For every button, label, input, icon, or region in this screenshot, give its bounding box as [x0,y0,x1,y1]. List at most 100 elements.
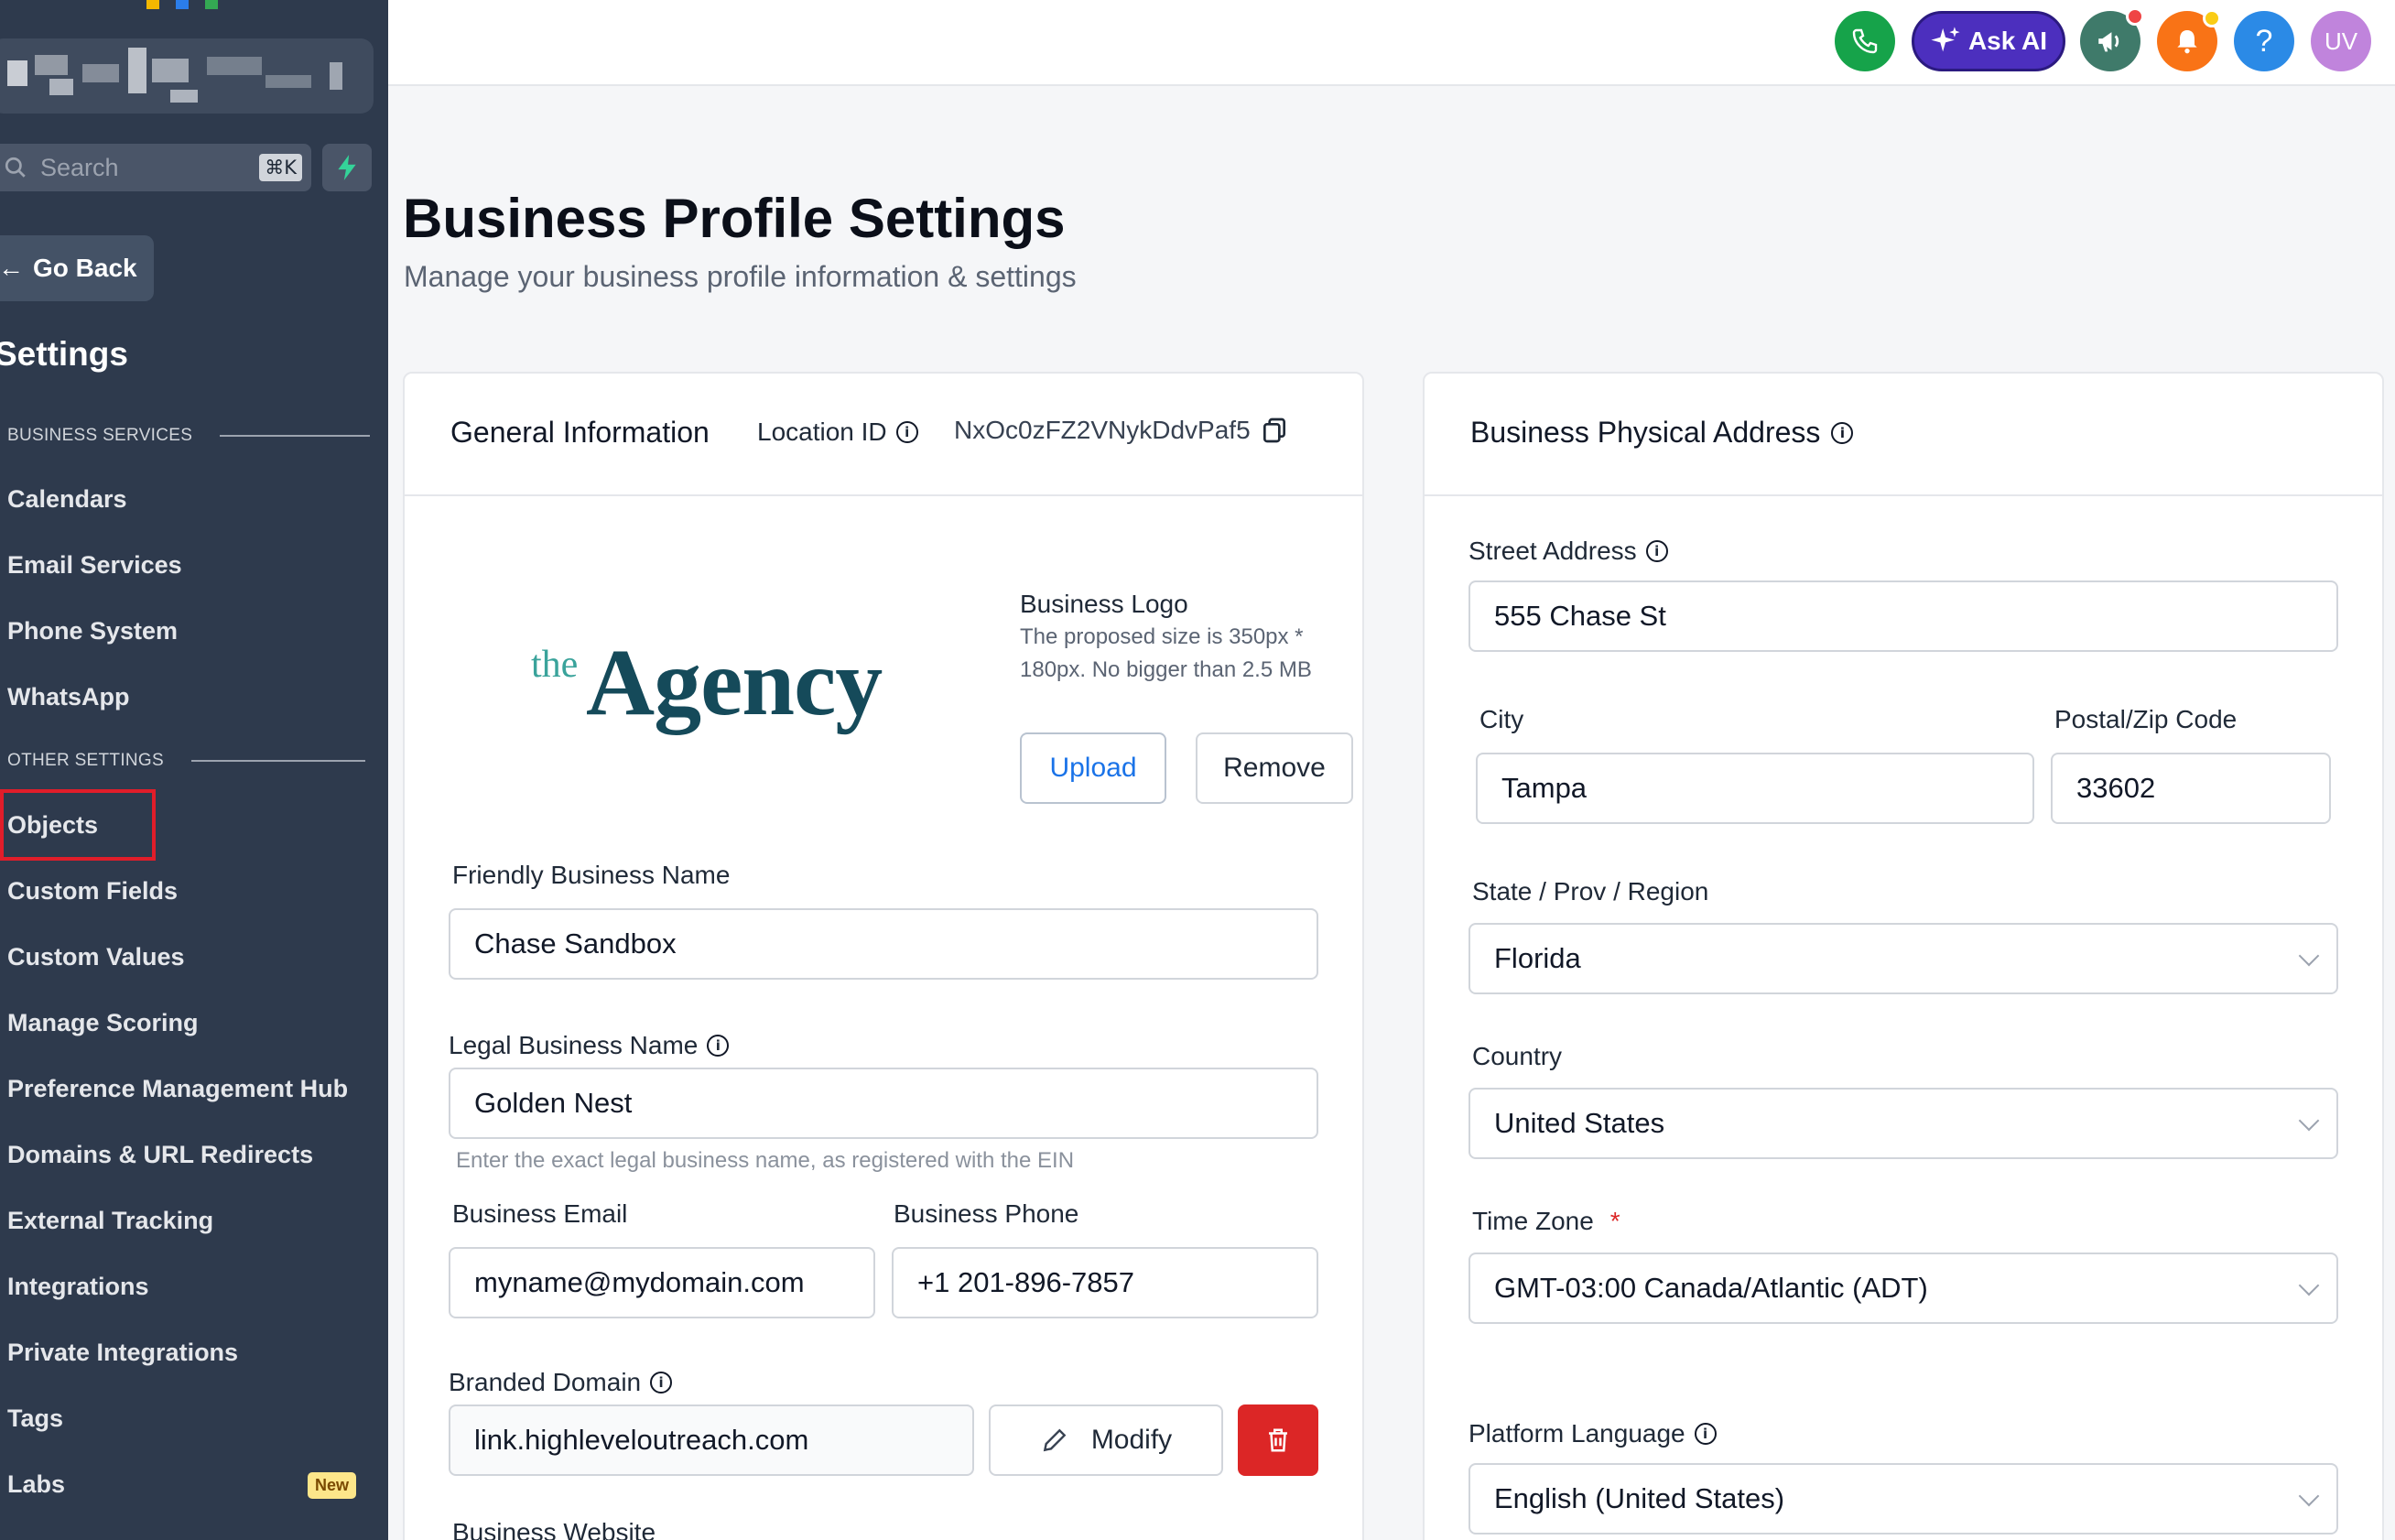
lightning-icon [338,155,356,180]
user-avatar[interactable]: UV [2311,11,2371,71]
info-icon[interactable]: i [1694,1423,1717,1445]
business-phone-label: Business Phone [894,1199,1079,1228]
settings-heading: Settings [0,335,128,373]
business-address-title: Business Physical Address i [1470,416,1854,450]
sidebar-item-objects[interactable]: Objects [7,811,98,840]
sidebar-item-whatsapp[interactable]: WhatsApp [7,683,129,711]
platform-language-value: English (United States) [1494,1482,1785,1514]
business-phone-input[interactable]: +1 201-896-7857 [892,1247,1318,1318]
platform-language-label: Platform Language i [1468,1419,1717,1448]
branded-domain-input[interactable]: link.highleveloutreach.com [449,1404,974,1476]
sidebar-item-private-integrations[interactable]: Private Integrations [7,1339,238,1367]
business-logo-label: Business Logo [1020,590,1188,618]
general-information-title: General Information [450,416,710,449]
go-back-label: Go Back [33,254,137,282]
info-icon[interactable]: i [707,1035,730,1057]
app-logo [146,0,218,9]
divider [191,760,365,762]
search-icon [5,157,26,178]
divider [220,435,371,437]
location-id-text: NxOc0zFZ2VNykDdvPaf5 [954,416,1251,444]
business-address-title-text: Business Physical Address [1470,416,1821,449]
upload-logo-button[interactable]: Upload [1020,732,1166,804]
card-header: General Information Location ID i NxOc0z… [405,374,1362,496]
modify-domain-button[interactable]: Modify [989,1404,1223,1476]
branded-domain-label: Branded Domain i [449,1368,673,1397]
business-logo-image: the Agency [531,628,883,747]
street-address-label-text: Street Address [1468,537,1637,565]
sidebar-search[interactable]: Search ⌘K [0,144,311,191]
sidebar-item-labs[interactable]: Labs [7,1470,65,1499]
phone-button[interactable] [1835,11,1895,71]
friendly-business-name-input[interactable]: Chase Sandbox [449,908,1318,980]
sidebar-item-external-tracking[interactable]: External Tracking [7,1207,213,1235]
chevron-down-icon [2298,945,2320,967]
account-switcher[interactable] [0,38,374,114]
copy-icon[interactable] [1260,416,1289,445]
logo-text-the: the [531,644,579,686]
sidebar-item-phone-system[interactable]: Phone System [7,617,178,645]
state-select[interactable]: Florida [1468,923,2338,994]
state-label: State / Prov / Region [1472,877,1709,906]
location-id-value: NxOc0zFZ2VNykDdvPaf5 [954,416,1289,445]
notifications-button[interactable] [2157,9,2221,71]
state-value: Florida [1494,942,1581,974]
sidebar-item-custom-fields[interactable]: Custom Fields [7,877,178,906]
sidebar-item-preference-management-hub[interactable]: Preference Management Hub [7,1075,348,1103]
chevron-down-icon [2298,1274,2320,1296]
sidebar-item-email-services[interactable]: Email Services [7,551,182,580]
time-zone-label: Time Zone * [1472,1207,1620,1236]
logo-text-agency: Agency [586,630,883,735]
section-other-label: OTHER SETTINGS [7,751,164,770]
legal-business-name-input[interactable]: Golden Nest [449,1068,1318,1139]
zip-code-label: Postal/Zip Code [2054,705,2238,733]
sidebar-item-tags[interactable]: Tags [7,1404,63,1433]
country-select[interactable]: United States [1468,1088,2338,1159]
megaphone-icon [2098,32,2119,52]
legal-business-name-label-text: Legal Business Name [449,1031,699,1059]
chevron-down-icon [2298,1110,2320,1132]
platform-language-select[interactable]: English (United States) [1468,1463,2338,1535]
delete-domain-button[interactable] [1238,1404,1318,1476]
ask-ai-button[interactable]: Ask AI [1912,11,2065,71]
sidebar-item-custom-values[interactable]: Custom Values [7,943,185,971]
search-placeholder: Search [40,153,119,181]
page-subtitle: Manage your business profile information… [404,260,1077,293]
sidebar-item-domains-url-redirects[interactable]: Domains & URL Redirects [7,1141,313,1169]
section-business-label: BUSINESS SERVICES [7,426,193,445]
time-zone-select[interactable]: GMT-03:00 Canada/Atlantic (ADT) [1468,1253,2338,1324]
country-value: United States [1494,1107,1665,1139]
section-business-services: BUSINESS SERVICES [7,426,371,446]
info-icon[interactable]: i [895,421,918,443]
quick-actions-button[interactable] [322,144,372,191]
info-icon[interactable]: i [1645,540,1668,562]
sparkle-icon [1931,27,1960,52]
announcements-button[interactable] [2080,7,2144,71]
info-icon[interactable]: i [1831,421,1854,444]
location-id-label: Location ID i [757,418,918,447]
remove-logo-button[interactable]: Remove [1196,732,1353,804]
business-email-label: Business Email [452,1199,628,1228]
info-icon[interactable]: i [650,1372,673,1394]
notification-dot [2203,9,2221,27]
help-button[interactable]: ? [2234,11,2294,71]
bell-icon [2177,30,2197,54]
zip-code-input[interactable]: 33602 [2051,753,2331,824]
new-badge: New [308,1472,357,1499]
time-zone-label-text: Time Zone [1472,1207,1594,1235]
go-back-button[interactable]: ← Go Back [0,235,154,301]
sidebar-item-calendars[interactable]: Calendars [7,485,127,514]
time-zone-value: GMT-03:00 Canada/Atlantic (ADT) [1494,1272,1928,1304]
sidebar: Search ⌘K ← Go Back Settings BUSINESS SE… [0,0,388,1540]
sidebar-item-manage-scoring[interactable]: Manage Scoring [7,1009,199,1037]
city-input[interactable]: Tampa [1476,753,2034,824]
business-website-label: Business Website [452,1518,656,1540]
avatar-initials: UV [2324,27,2358,55]
pencil-icon [1043,1428,1067,1452]
business-email-input[interactable]: myname@mydomain.com [449,1247,875,1318]
sidebar-item-integrations[interactable]: Integrations [7,1273,149,1301]
street-address-input[interactable]: 555 Chase St [1468,580,2338,652]
arrow-left-icon: ← [0,254,24,282]
street-address-label: Street Address i [1468,537,1668,566]
notification-dot [2126,7,2144,26]
